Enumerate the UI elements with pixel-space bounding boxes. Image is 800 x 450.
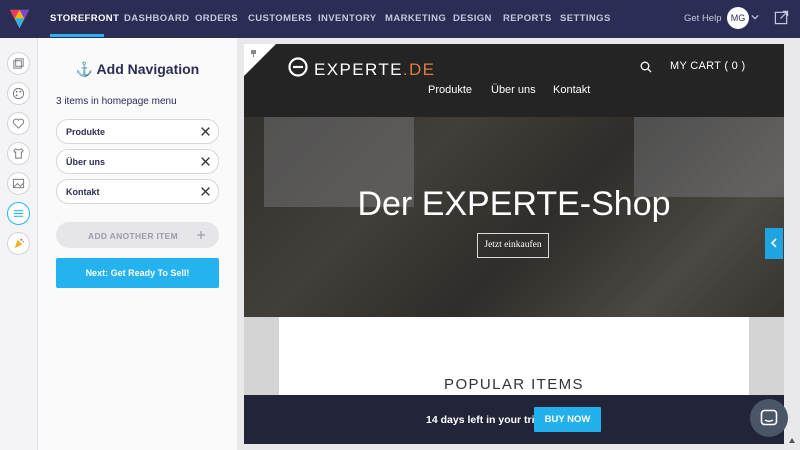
top-navigation-bar: STOREFRONT DASHBOARD ORDERS CUSTOMERS IN… — [0, 0, 800, 38]
site-menu-item[interactable]: Produkte — [428, 84, 472, 96]
avatar[interactable]: MG — [727, 7, 749, 29]
nav-inventory[interactable]: INVENTORY — [318, 13, 377, 24]
search-icon[interactable] — [640, 61, 652, 73]
next-button[interactable]: Next: Get Ready To Sell! — [56, 258, 219, 288]
site-menu-item[interactable]: Über uns — [491, 84, 536, 96]
chevron-down-icon[interactable] — [751, 13, 759, 21]
nav-storefront[interactable]: STOREFRONT — [50, 13, 119, 24]
chevron-left-icon — [770, 238, 777, 248]
hero-title: Der EXPERTE-Shop — [357, 185, 671, 223]
scroll-up-icon[interactable] — [788, 437, 796, 445]
add-navigation-panel: ⚓ Add Navigation 3 items in homepage men… — [38, 38, 237, 450]
menu-item-count: 3 items in homepage menu — [56, 96, 177, 107]
menu-item-entry[interactable]: Produkte — [56, 119, 219, 144]
storefront-preview: EXPERTE.DE MY CART ( 0 ) Produkte Über u… — [244, 44, 784, 444]
close-icon[interactable] — [200, 156, 211, 167]
external-link-icon[interactable] — [774, 10, 789, 25]
site-header: EXPERTE.DE MY CART ( 0 ) Produkte Über u… — [244, 44, 784, 117]
add-item-label: ADD ANOTHER ITEM — [88, 231, 178, 241]
section-title: POPULAR ITEMS — [444, 376, 584, 393]
menu-item-label: Produkte — [66, 127, 106, 137]
hero-banner: Der EXPERTE-Shop Jetzt einkaufen — [244, 117, 784, 317]
nav-design[interactable]: DESIGN — [453, 13, 492, 24]
menu-item-label: Über uns — [66, 157, 106, 167]
nav-reports[interactable]: REPORTS — [503, 13, 552, 24]
trial-banner: 14 days left in your trial BUY NOW — [244, 395, 784, 444]
chat-icon — [760, 409, 778, 426]
cart-link[interactable]: MY CART ( 0 ) — [670, 60, 745, 72]
nav-dashboard[interactable]: DASHBOARD — [124, 13, 189, 24]
add-another-item-button[interactable]: ADD ANOTHER ITEM — [56, 222, 219, 248]
party-icon[interactable] — [7, 232, 30, 255]
palette-icon[interactable] — [7, 82, 30, 105]
menu-item-entry[interactable]: Über uns — [56, 149, 219, 174]
app-logo-icon[interactable] — [8, 7, 31, 30]
nav-settings[interactable]: SETTINGS — [560, 13, 611, 24]
close-icon[interactable] — [200, 126, 211, 137]
trial-days-text: 14 days left in your trial — [426, 414, 544, 426]
site-brand-name: EXPERTE — [314, 60, 403, 79]
shop-now-button[interactable]: Jetzt einkaufen — [477, 233, 549, 258]
pin-icon[interactable] — [250, 49, 258, 57]
nav-customers[interactable]: CUSTOMERS — [248, 13, 312, 24]
site-brand[interactable]: EXPERTE.DE — [314, 60, 435, 80]
menu-item-entry[interactable]: Kontakt — [56, 179, 219, 204]
editor-tool-rail — [0, 38, 38, 450]
site-menu-item[interactable]: Kontakt — [553, 84, 590, 96]
get-help-link[interactable]: Get Help — [684, 13, 722, 24]
heart-icon[interactable] — [7, 112, 30, 135]
tshirt-icon[interactable] — [7, 142, 30, 165]
site-logo-icon — [288, 57, 308, 77]
pages-icon[interactable] — [7, 52, 30, 75]
menu-item-label: Kontakt — [66, 187, 100, 197]
image-icon[interactable] — [7, 172, 30, 195]
site-brand-tld: .DE — [402, 60, 436, 79]
plus-icon — [197, 231, 205, 239]
nav-marketing[interactable]: MARKETING — [385, 13, 446, 24]
panel-title: ⚓ Add Navigation — [75, 61, 200, 77]
chat-button[interactable] — [750, 399, 788, 437]
nav-orders[interactable]: ORDERS — [195, 13, 238, 24]
active-tab-indicator — [50, 34, 104, 37]
corner-flag — [244, 44, 276, 76]
menu-icon[interactable] — [7, 202, 30, 225]
buy-now-button[interactable]: BUY NOW — [534, 407, 601, 432]
close-icon[interactable] — [200, 186, 211, 197]
collapse-panel-button[interactable] — [765, 228, 783, 259]
